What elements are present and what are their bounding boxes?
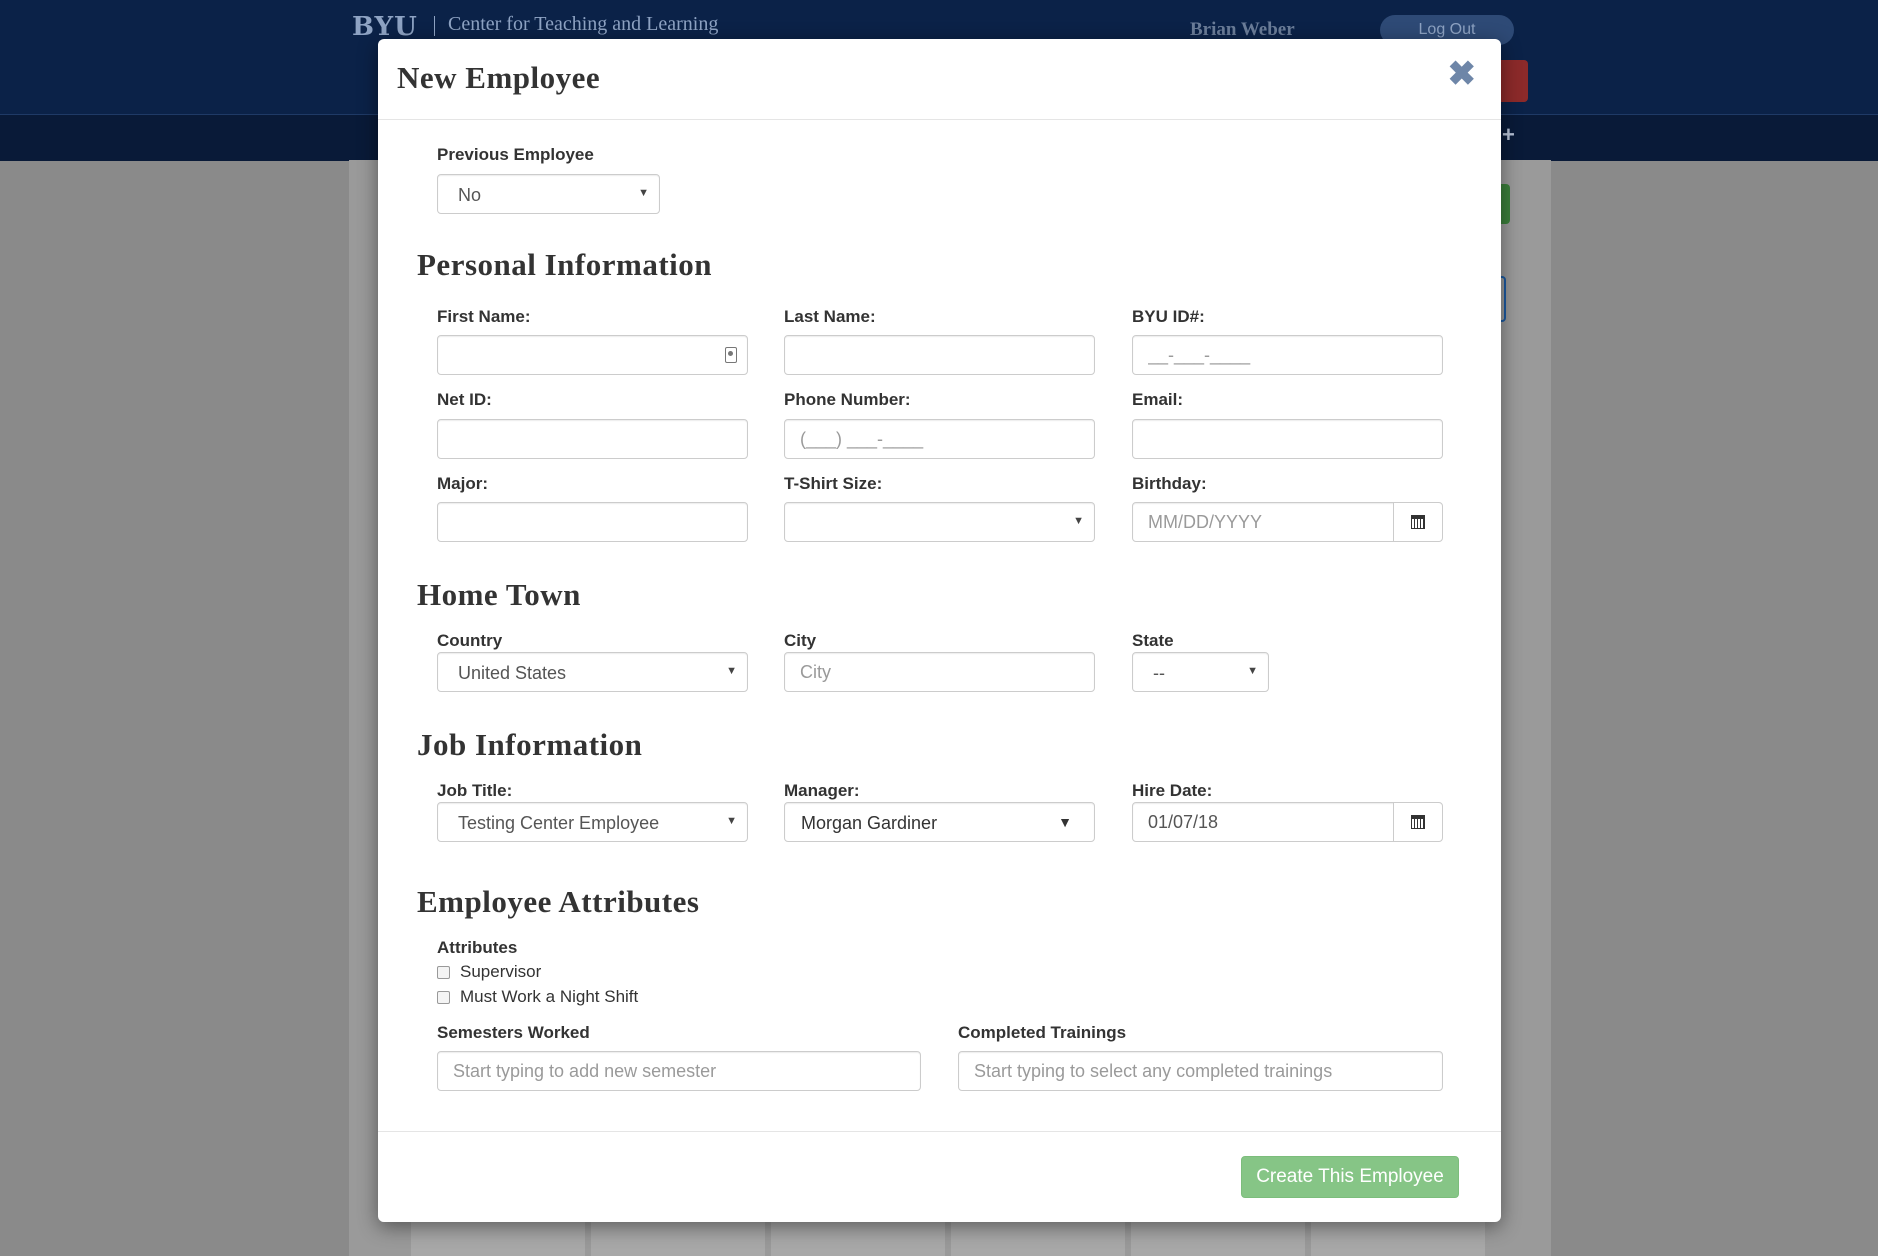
previous-employee-select[interactable]: No ▼ <box>437 174 660 214</box>
city-label: City <box>784 631 817 650</box>
employee-tile[interactable] <box>411 1222 585 1256</box>
calendar-icon <box>1411 515 1425 529</box>
net-id-input[interactable] <box>438 420 747 458</box>
plus-icon[interactable]: + <box>1502 122 1515 148</box>
phone-number-input[interactable] <box>785 420 1094 458</box>
completed-trainings-input[interactable] <box>959 1052 1442 1090</box>
job-title-label: Job Title: <box>437 781 513 800</box>
hire-date-calendar-button[interactable] <box>1393 803 1442 841</box>
last-name-input[interactable] <box>785 336 1094 374</box>
close-icon[interactable]: ✖ <box>1448 57 1477 91</box>
calendar-icon <box>1411 815 1425 829</box>
caret-down-icon: ▼ <box>1073 515 1084 527</box>
birthday-input[interactable] <box>1133 503 1395 541</box>
byu-id-field[interactable] <box>1132 335 1443 375</box>
completed-trainings-field[interactable] <box>958 1051 1443 1091</box>
new-employee-modal: New Employee ✖ Previous Employee No ▼ Pe… <box>378 39 1501 1222</box>
phone-number-label: Phone Number: <box>784 390 911 409</box>
last-name-label: Last Name: <box>784 307 876 326</box>
email-input[interactable] <box>1133 420 1442 458</box>
caret-down-icon: ▼ <box>638 187 649 199</box>
country-select[interactable]: United States ▼ <box>437 652 748 692</box>
tshirt-size-select[interactable]: ▼ <box>784 502 1095 542</box>
last-name-field[interactable] <box>784 335 1095 375</box>
city-field[interactable] <box>784 652 1095 692</box>
city-input[interactable] <box>785 653 1094 691</box>
current-user-name: Brian Weber <box>1190 19 1295 40</box>
contact-card-icon <box>725 347 737 363</box>
first-name-label: First Name: <box>437 307 531 326</box>
employee-tile[interactable] <box>591 1222 765 1256</box>
supervisor-checkbox[interactable] <box>437 965 450 979</box>
employee-tile[interactable] <box>1131 1222 1305 1256</box>
first-name-input[interactable] <box>438 336 747 374</box>
email-field[interactable] <box>1132 419 1443 459</box>
phone-number-field[interactable] <box>784 419 1095 459</box>
net-id-field[interactable] <box>437 419 748 459</box>
hire-date-input[interactable] <box>1133 803 1395 841</box>
employee-tile[interactable] <box>771 1222 945 1256</box>
birthday-field[interactable] <box>1132 502 1443 542</box>
caret-down-icon: ▼ <box>1058 814 1072 830</box>
modal-header: New Employee ✖ <box>378 39 1501 120</box>
section-personal-information: Personal Information <box>417 247 713 282</box>
site-name: Center for Teaching and Learning <box>448 13 719 35</box>
major-label: Major: <box>437 474 488 493</box>
major-input[interactable] <box>438 503 747 541</box>
byu-id-label: BYU ID#: <box>1132 307 1205 326</box>
employee-tile[interactable] <box>1311 1222 1485 1256</box>
supervisor-checkbox-row[interactable]: Supervisor <box>437 962 541 982</box>
country-label: Country <box>437 631 503 650</box>
caret-down-icon: ▼ <box>1247 665 1258 677</box>
state-label: State <box>1132 631 1174 650</box>
birthday-label: Birthday: <box>1132 474 1207 493</box>
hire-date-label: Hire Date: <box>1132 781 1213 800</box>
attributes-label: Attributes <box>437 938 518 957</box>
header-divider <box>434 16 435 36</box>
employee-tiles <box>411 1222 1489 1256</box>
semesters-worked-field[interactable] <box>437 1051 921 1091</box>
major-field[interactable] <box>437 502 748 542</box>
supervisor-label: Supervisor <box>460 962 542 981</box>
email-label: Email: <box>1132 390 1184 409</box>
job-title-select[interactable]: Testing Center Employee ▼ <box>437 802 748 842</box>
caret-down-icon: ▼ <box>726 815 737 827</box>
manager-select[interactable]: Morgan Gardiner ▼ <box>784 802 1095 842</box>
byu-id-input[interactable] <box>1133 336 1442 374</box>
semesters-worked-label: Semesters Worked <box>437 1023 590 1042</box>
night-shift-checkbox[interactable] <box>437 990 450 1004</box>
first-name-field[interactable] <box>437 335 748 375</box>
manager-value: Morgan Gardiner <box>801 813 938 833</box>
state-value: -- <box>1153 663 1165 683</box>
employee-tile[interactable] <box>951 1222 1125 1256</box>
job-title-value: Testing Center Employee <box>458 813 660 833</box>
caret-down-icon: ▼ <box>726 665 737 677</box>
completed-trainings-label: Completed Trainings <box>958 1023 1127 1042</box>
tshirt-size-label: T-Shirt Size: <box>784 474 883 493</box>
byu-logo: BYU <box>352 12 418 42</box>
modal-title: New Employee <box>397 60 601 95</box>
net-id-label: Net ID: <box>437 390 492 409</box>
previous-employee-value: No <box>458 185 482 205</box>
hire-date-field[interactable] <box>1132 802 1443 842</box>
birthday-calendar-button[interactable] <box>1393 503 1442 541</box>
section-home-town: Home Town <box>417 577 581 612</box>
night-shift-checkbox-row[interactable]: Must Work a Night Shift <box>437 987 638 1007</box>
previous-employee-label: Previous Employee <box>437 145 594 164</box>
night-shift-label: Must Work a Night Shift <box>460 987 639 1006</box>
modal-footer: Create This Employee <box>378 1131 1501 1223</box>
manager-label: Manager: <box>784 781 860 800</box>
create-employee-button[interactable]: Create This Employee <box>1241 1156 1459 1198</box>
section-employee-attributes: Employee Attributes <box>417 884 700 919</box>
section-job-information: Job Information <box>417 727 643 762</box>
semesters-worked-input[interactable] <box>438 1052 920 1090</box>
state-select[interactable]: -- ▼ <box>1132 652 1269 692</box>
country-value: United States <box>458 663 567 683</box>
